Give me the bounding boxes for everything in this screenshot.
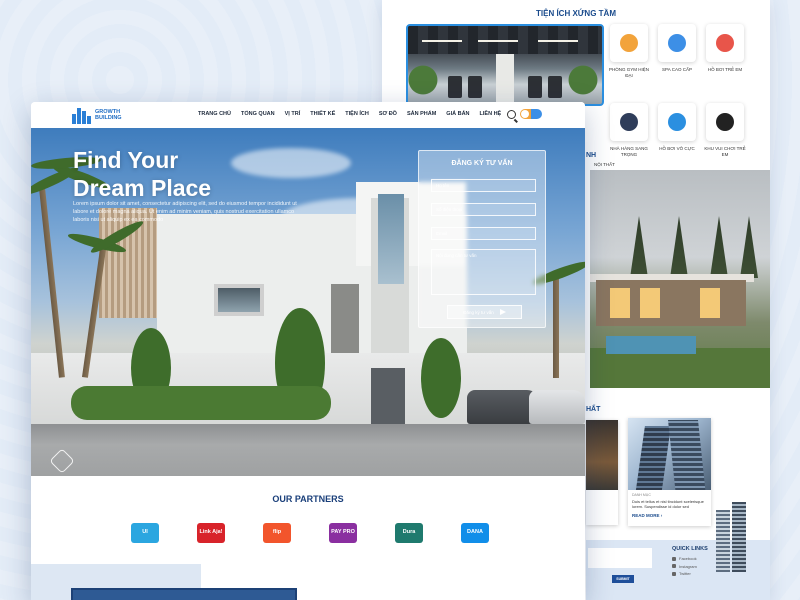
ball-icon	[716, 113, 734, 131]
news-excerpt: Duis et tellus et nisl tincidunt sceleri…	[632, 499, 704, 509]
partner-logo[interactable]: flip	[263, 523, 291, 543]
section-title-partial: NH	[586, 152, 597, 159]
nav-location[interactable]: VỊ TRÍ	[285, 111, 301, 117]
nav-overview[interactable]: TỔNG QUAN	[241, 111, 275, 117]
hero-description: Lorem ipsum dolor sit amet, consectetur …	[73, 201, 297, 223]
instagram-icon	[672, 564, 676, 569]
partner-logo[interactable]: PAY PRO	[329, 523, 357, 543]
language-toggle[interactable]	[520, 109, 542, 119]
partners-logos: UI Link Aja! flip PAY PRO Dura DANA	[131, 523, 489, 543]
news-card[interactable]: DANH MỤC Duis et tellus et nisl tincidun…	[628, 418, 711, 526]
phone-field[interactable]	[431, 203, 536, 216]
quick-link-facebook[interactable]: Facebook	[672, 555, 697, 563]
nav-design[interactable]: THIẾT KẾ	[310, 111, 335, 117]
search-icon[interactable]	[507, 110, 516, 119]
quick-link-twitter[interactable]: Twitter	[672, 570, 697, 578]
read-more-link[interactable]: READ MORE ›	[632, 513, 711, 518]
gym-photo[interactable]	[406, 24, 604, 106]
news-section-title-partial: HẤT	[586, 406, 601, 413]
news-category: DANH MỤC	[632, 493, 651, 497]
nav-products[interactable]: SẢN PHẨM	[407, 111, 436, 117]
amenity-kids-pool[interactable]: HỒ BƠI TRẺ EM	[706, 24, 744, 79]
submit-button[interactable]: SUBMIT	[612, 575, 634, 583]
amenity-label: SPA CAO CẤP	[662, 67, 692, 72]
news-image	[628, 418, 711, 490]
main-page-preview: GROWTH BUILDING TRANG CHỦ TỔNG QUAN VỊ T…	[31, 102, 585, 600]
villa-photo	[590, 170, 770, 388]
hero-section: Find Your Dream Place Lorem ipsum dolor …	[31, 128, 585, 476]
partner-logo[interactable]: DANA	[461, 523, 489, 543]
amenity-label: HỒ BƠI VÔ CỰC	[659, 146, 695, 151]
tower-illustration	[712, 502, 752, 572]
send-icon	[499, 309, 506, 315]
consultation-form: ĐĂNG KÝ TƯ VẤN Đăng ký tư vấn	[418, 150, 546, 328]
quick-links-title: QUICK LINKS	[672, 546, 708, 552]
quick-link-instagram[interactable]: Instagram	[672, 563, 697, 571]
register-consultation-button[interactable]: Đăng ký tư vấn	[447, 305, 522, 319]
main-nav: TRANG CHỦ TỔNG QUAN VỊ TRÍ THIẾT KẾ TIỆN…	[198, 111, 501, 117]
brand-name: GROWTH BUILDING	[95, 109, 122, 121]
partners-title: OUR PARTNERS	[272, 494, 344, 504]
amenity-spa[interactable]: SPA CAO CẤP	[658, 24, 696, 79]
partner-logo[interactable]: UI	[131, 523, 159, 543]
amenity-label: NHÀ HÀNG SANG TRỌNG	[610, 146, 648, 157]
dining-icon	[620, 113, 638, 131]
amenity-label: PHÒNG GYM HIỆN ĐẠI	[608, 67, 649, 78]
form-title: ĐĂNG KÝ TƯ VẤN	[451, 160, 513, 167]
hero-title: Find Your Dream Place	[73, 147, 212, 201]
bottom-section-image	[71, 588, 297, 600]
name-field[interactable]	[431, 179, 536, 192]
news-card[interactable]	[586, 420, 618, 525]
building-logo-icon	[71, 106, 91, 124]
nav-pricing[interactable]: GIÁ BÁN	[446, 111, 469, 117]
nav-home[interactable]: TRANG CHỦ	[198, 111, 231, 117]
amenity-label: KHU VUI CHƠI TRẺ EM	[704, 146, 746, 157]
partner-logo[interactable]: Link Aja!	[197, 523, 225, 543]
nav-floorplan[interactable]: SƠ ĐỒ	[379, 111, 397, 117]
amenity-label: HỒ BƠI TRẺ EM	[707, 67, 743, 72]
amenity-infinity-pool[interactable]: HỒ BƠI VÔ CỰC	[658, 103, 696, 158]
dumbbell-icon	[620, 34, 638, 52]
email-field[interactable]	[431, 227, 536, 240]
amenities-grid: PHÒNG GYM HIỆN ĐẠI SPA CAO CẤP HỒ BƠI TR…	[608, 24, 766, 158]
nav-amenities[interactable]: TIỆN ÍCH	[345, 111, 369, 117]
quick-links-list: Facebook Instagram Twitter	[672, 555, 697, 578]
wave-icon	[668, 113, 686, 131]
amenity-playground[interactable]: KHU VUI CHƠI TRẺ EM	[704, 103, 746, 158]
house-pool-icon	[716, 34, 734, 52]
twitter-icon	[672, 571, 676, 576]
nav-contact[interactable]: LIÊN HỆ	[480, 111, 502, 117]
news-image	[586, 420, 618, 490]
amenities-title: TIỆN ÍCH XỨNG TẦM	[536, 9, 616, 18]
navbar: GROWTH BUILDING TRANG CHỦ TỔNG QUAN VỊ T…	[31, 102, 585, 128]
tab-interior[interactable]: NỘI THẤT	[594, 162, 615, 167]
amenity-restaurant[interactable]: NHÀ HÀNG SANG TRỌNG	[610, 103, 648, 158]
newsletter-input[interactable]	[588, 548, 652, 568]
amenity-gym[interactable]: PHÒNG GYM HIỆN ĐẠI	[608, 24, 649, 79]
message-field[interactable]	[431, 249, 536, 295]
bathtub-icon	[668, 34, 686, 52]
facebook-icon	[672, 556, 676, 561]
partner-logo[interactable]: Dura	[395, 523, 423, 543]
brand-logo[interactable]: GROWTH BUILDING	[71, 106, 122, 124]
